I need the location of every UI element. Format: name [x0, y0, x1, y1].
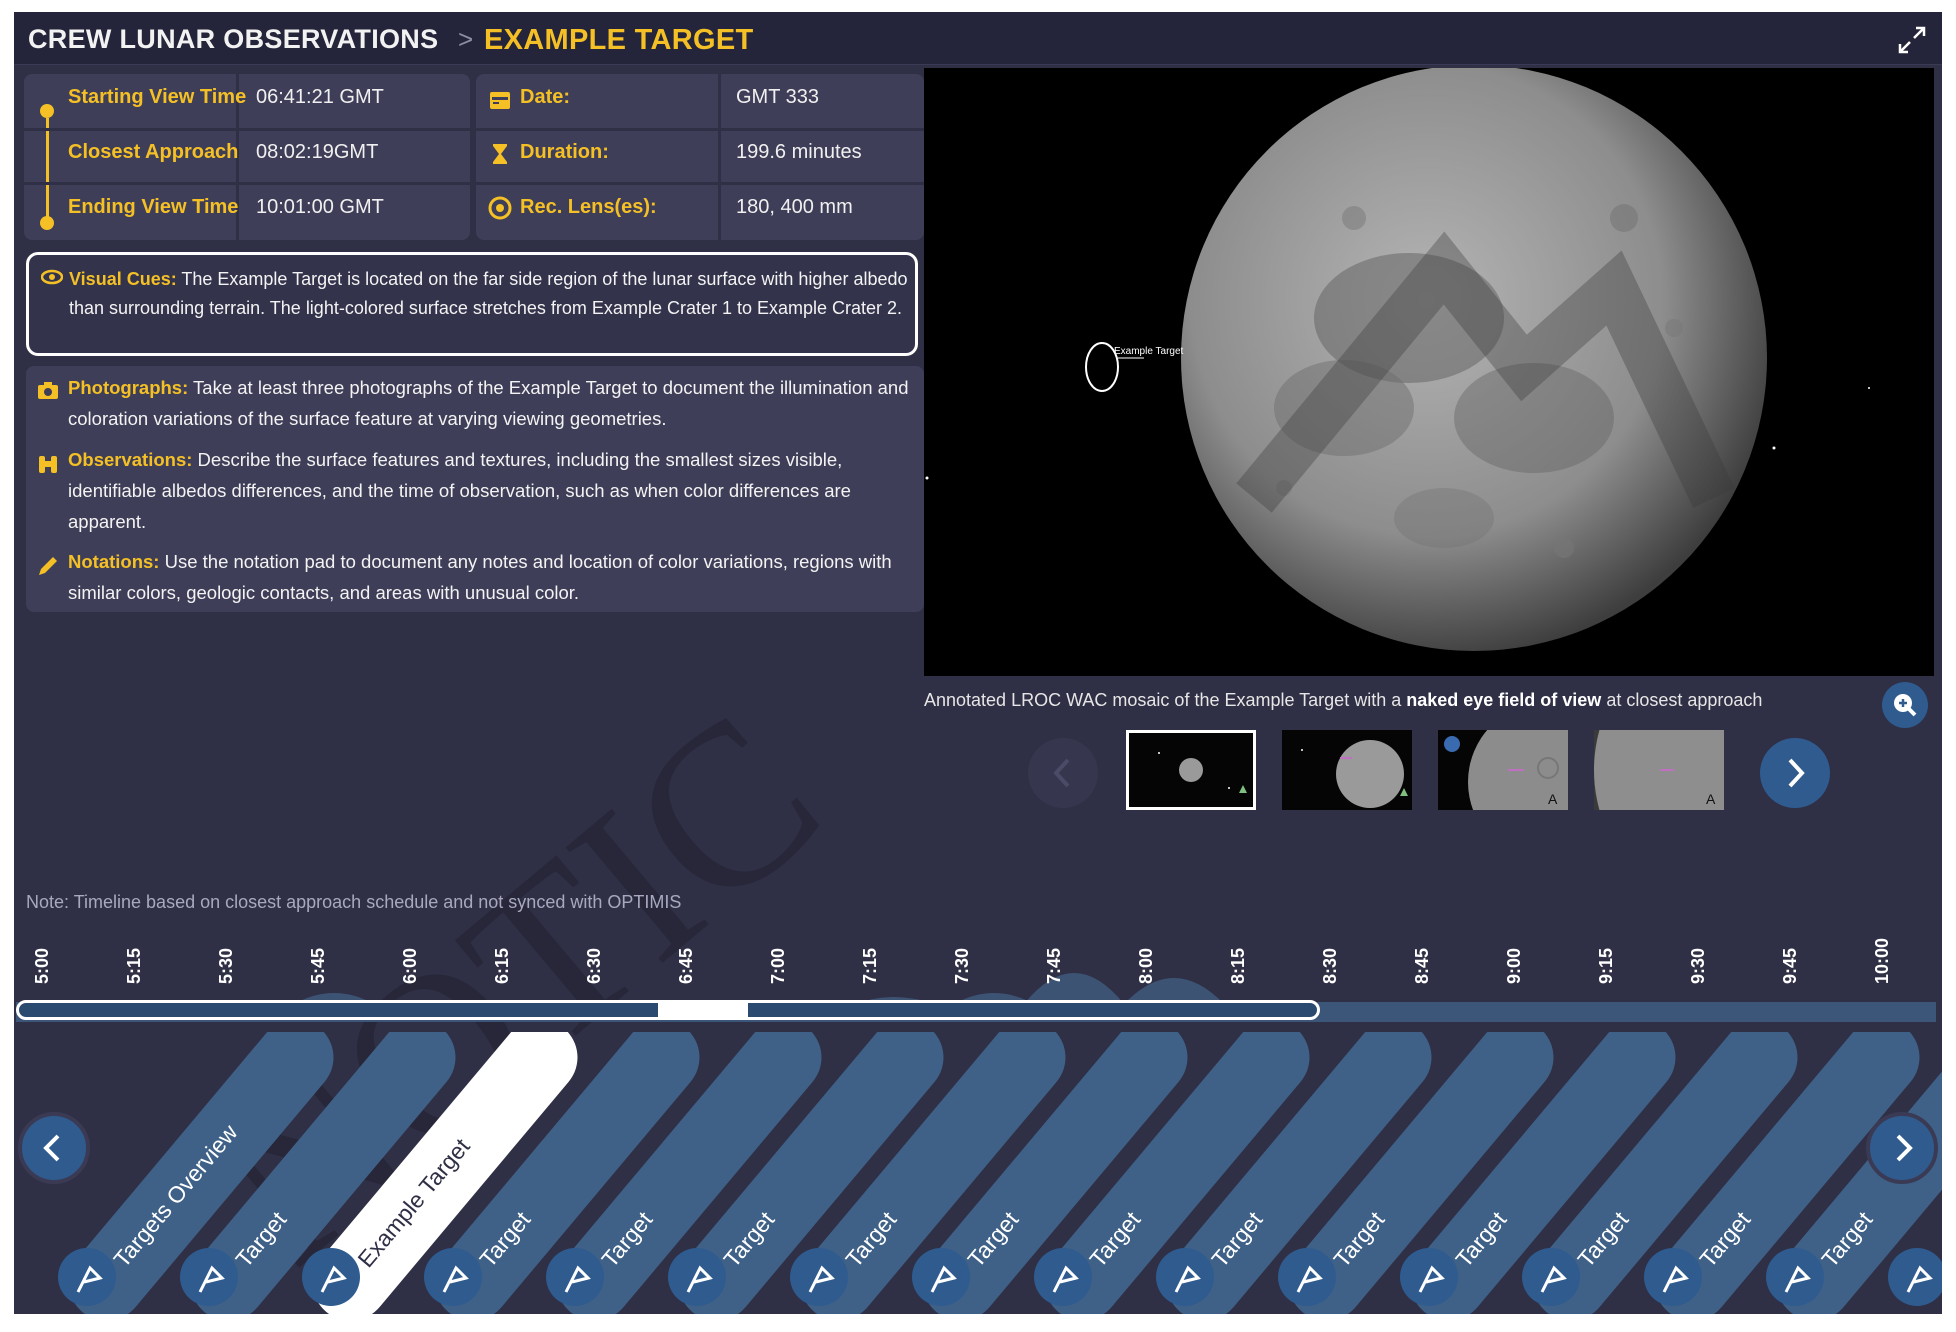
- zoom-button[interactable]: [1882, 682, 1928, 728]
- end-time-value: 10:01:00 GMT: [256, 196, 384, 218]
- thumbnail-2[interactable]: [1282, 730, 1412, 810]
- start-time-label: Starting View Time: [68, 86, 247, 108]
- moon-image: Example Target: [925, 65, 1870, 651]
- thumbnail-4[interactable]: A: [1594, 730, 1724, 810]
- date-label: Date:: [520, 86, 571, 108]
- header-bar: CREW LUNAR OBSERVATIONS > EXAMPLE TARGET: [14, 12, 1942, 65]
- breadcrumb-root[interactable]: CREW LUNAR OBSERVATIONS: [28, 24, 438, 55]
- flag-icon[interactable]: [1156, 1248, 1214, 1306]
- carousel-next-button[interactable]: [1760, 738, 1830, 808]
- notations-instruction: Notations: Use the notation pad to docum…: [68, 551, 892, 603]
- timeline-current-marker[interactable]: [658, 1000, 748, 1020]
- flag-icon[interactable]: [1766, 1248, 1824, 1306]
- zoom-in-icon: [1894, 694, 1917, 717]
- target-tabs: Targets Overview Target Example Target T…: [14, 1032, 1942, 1314]
- svg-text:A: A: [1706, 791, 1716, 807]
- thumbnail-3[interactable]: A: [1438, 730, 1568, 810]
- breadcrumb-separator-icon: >: [458, 24, 474, 54]
- svg-text:A: A: [1548, 791, 1558, 807]
- camera-icon: [38, 382, 58, 399]
- moon-image-viewer[interactable]: Example Target: [924, 65, 1934, 676]
- flag-icon[interactable]: [912, 1248, 970, 1306]
- target-marker-label: Example Target: [1114, 346, 1184, 357]
- tabs-prev-button[interactable]: [18, 1112, 90, 1184]
- hourglass-icon: [493, 144, 507, 164]
- closest-approach-label: Closest Approach: [68, 141, 239, 163]
- expand-icon[interactable]: [1894, 22, 1930, 58]
- start-time-value: 06:41:21 GMT: [256, 86, 384, 108]
- flag-icon[interactable]: [180, 1248, 238, 1306]
- binoculars-icon: [39, 456, 57, 473]
- flag-icon[interactable]: [1278, 1248, 1336, 1306]
- chevron-left-icon: [1053, 758, 1070, 788]
- flag-icon[interactable]: [1522, 1248, 1580, 1306]
- photographs-instruction: Photographs: Take at least three photogr…: [68, 377, 909, 429]
- end-time-label: Ending View Time: [68, 196, 239, 218]
- flag-icon[interactable]: [790, 1248, 848, 1306]
- flag-icon[interactable]: [302, 1248, 360, 1306]
- chevron-right-icon: [1788, 758, 1805, 788]
- flag-icon[interactable]: [424, 1248, 482, 1306]
- closest-approach-value: 08:02:19GMT: [256, 141, 379, 163]
- flag-icon[interactable]: [1400, 1248, 1458, 1306]
- eye-icon: [41, 269, 63, 285]
- lens-icon: [488, 196, 512, 220]
- timeline-note: Note: Timeline based on closest approach…: [26, 892, 682, 912]
- duration-value: 199.6 minutes: [736, 141, 862, 163]
- flag-icon[interactable]: [1888, 1248, 1942, 1306]
- pencil-icon: [39, 557, 57, 575]
- observations-instruction: Observations: Describe the surface featu…: [68, 449, 851, 532]
- target-meta-panel: Date: GMT 333 Duration: 199.6 minutes Re…: [476, 74, 924, 240]
- lens-value: 180, 400 mm: [736, 196, 853, 218]
- image-caption: Annotated LROC WAC mosaic of the Example…: [924, 690, 1763, 710]
- calendar-icon: [490, 92, 510, 109]
- flag-icon[interactable]: [1644, 1248, 1702, 1306]
- carousel-prev-button[interactable]: [1028, 738, 1098, 808]
- chevron-right-icon: [1896, 1134, 1913, 1162]
- date-value: GMT 333: [736, 86, 819, 108]
- flag-icon[interactable]: [1034, 1248, 1092, 1306]
- flag-icon[interactable]: [58, 1248, 116, 1306]
- flag-icon[interactable]: [668, 1248, 726, 1306]
- duration-label: Duration:: [520, 141, 609, 163]
- tabs-next-button[interactable]: [1866, 1112, 1938, 1184]
- visual-cues-text: Visual Cues: The Example Target is locat…: [69, 269, 908, 318]
- lens-label: Rec. Lens(es):: [520, 196, 657, 218]
- view-times-panel: Starting View Time 06:41:21 GMT Closest …: [24, 74, 470, 240]
- timeline-connector: [46, 118, 49, 222]
- end-dot-icon: [40, 216, 54, 230]
- visual-cues-box: Visual Cues: The Example Target is locat…: [26, 252, 918, 356]
- flag-icon[interactable]: [546, 1248, 604, 1306]
- start-dot-icon: [40, 104, 54, 118]
- chevron-left-icon: [43, 1134, 60, 1162]
- instructions-panel: Photographs: Take at least three photogr…: [26, 366, 924, 612]
- visual-cues-label: Visual Cues:: [69, 269, 177, 289]
- app-window: CREW LUNAR OBSERVATIONS > EXAMPLE TARGET…: [14, 12, 1942, 1314]
- page-title: EXAMPLE TARGET: [484, 24, 754, 56]
- thumbnail-1[interactable]: [1126, 730, 1256, 810]
